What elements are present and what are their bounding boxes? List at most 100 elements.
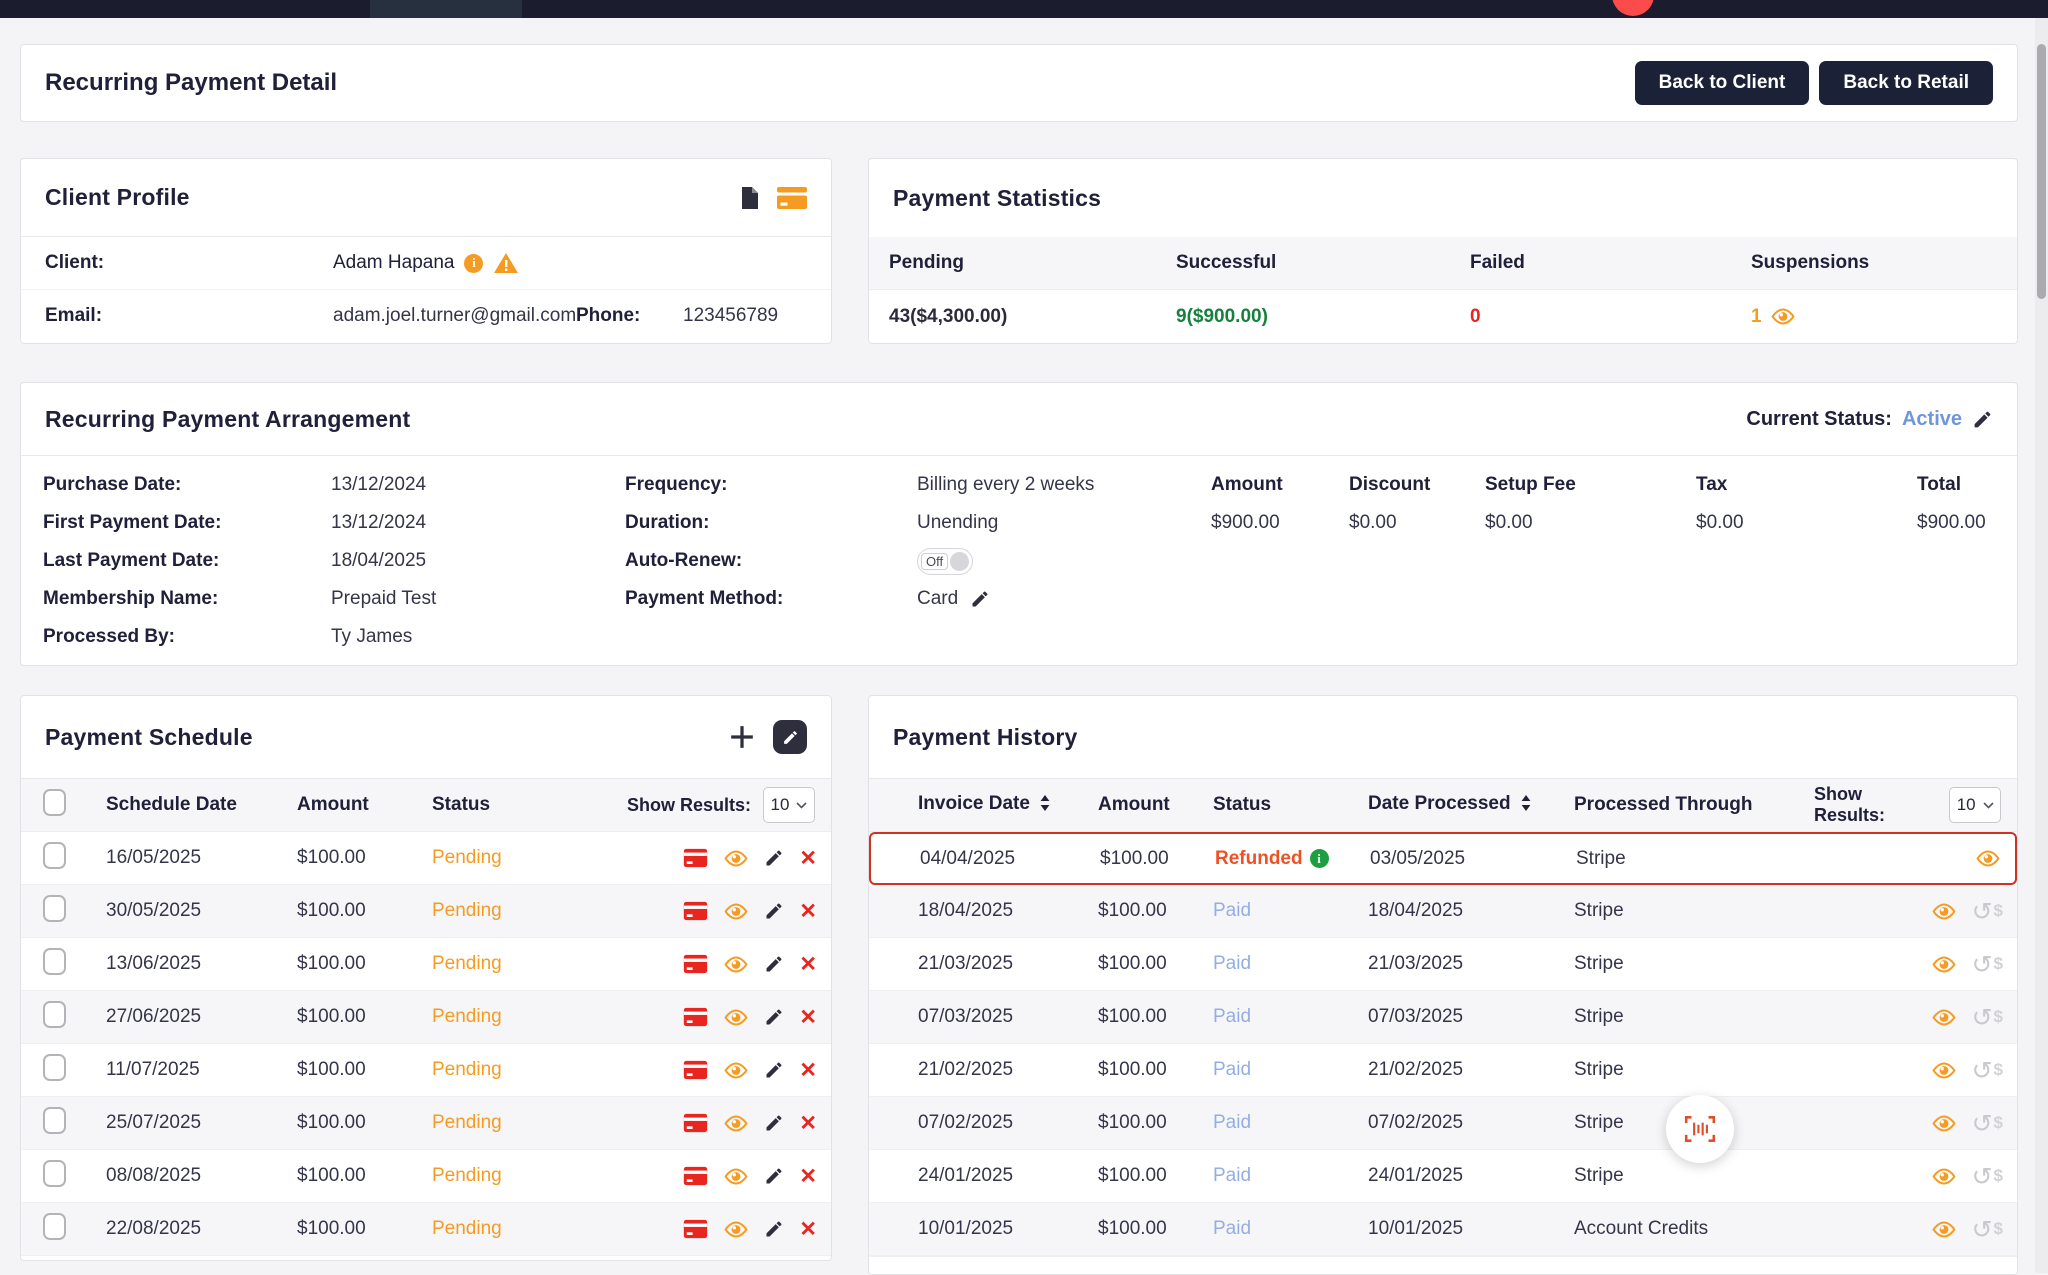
refund-payment-icon[interactable]: ↺$ [1972,899,2003,924]
charge-card-icon[interactable] [683,1007,708,1027]
pencil-icon[interactable] [764,1166,784,1186]
stat-pending-label: Pending [889,252,1176,274]
schedule-table-row: 27/06/2025 $100.00 Pending ✕ [21,991,831,1044]
row-checkbox[interactable] [43,1107,66,1134]
delete-x-icon[interactable]: ✕ [799,1219,817,1240]
view-payment-eye-icon[interactable] [1931,903,1957,920]
history-table-row: 21/03/2025 $100.00 Paid i 21/03/2025 Str… [869,938,2017,991]
view-payment-eye-icon[interactable] [1931,1115,1957,1132]
sort-icon[interactable] [1520,795,1532,817]
add-schedule-plus-icon[interactable] [729,724,755,750]
sort-icon[interactable] [1039,795,1051,817]
row-checkbox[interactable] [43,842,66,869]
refund-info-icon[interactable]: i [1310,849,1329,868]
charge-card-icon[interactable] [683,901,708,921]
charge-card-icon[interactable] [683,1060,708,1080]
refund-payment-icon[interactable]: ↺$ [1972,1111,2003,1136]
view-payment-eye-icon[interactable] [1931,1168,1957,1185]
current-status-value[interactable]: Active [1902,408,1962,431]
row-checkbox[interactable] [43,1213,66,1240]
eye-icon[interactable] [723,1115,749,1132]
edit-schedule-button[interactable] [773,720,807,754]
schedule-show-results-select[interactable]: 10 [763,787,815,823]
delete-x-icon[interactable]: ✕ [799,1113,817,1134]
view-payment-eye-icon[interactable] [1931,1062,1957,1079]
delete-x-icon[interactable]: ✕ [799,1007,817,1028]
refund-payment-icon[interactable]: ↺$ [1972,952,2003,977]
eye-icon[interactable] [723,850,749,867]
refund-payment-icon[interactable]: ↺$ [1972,1164,2003,1189]
duration-label: Duration: [625,512,917,534]
barcode-scan-fab[interactable] [1666,1095,1734,1163]
row-checkbox[interactable] [43,1001,66,1028]
purchase-date-label: Purchase Date: [43,474,331,496]
select-all-checkbox[interactable] [43,789,66,816]
pencil-icon[interactable] [764,848,784,868]
scrollbar-thumb[interactable] [2037,44,2046,299]
refund-payment-icon[interactable]: ↺$ [1972,1005,2003,1030]
history-status-text: Paid [1213,1165,1251,1187]
navbar-active-tab[interactable] [370,0,522,18]
pencil-icon[interactable] [764,1219,784,1239]
charge-card-icon[interactable] [683,1166,708,1186]
pencil-icon[interactable] [764,1007,784,1027]
history-status-text: Paid [1213,1006,1251,1028]
client-info-icon[interactable]: i [464,254,483,273]
pencil-icon[interactable] [764,1113,784,1133]
date-processed-cell: 18/04/2025 [1368,900,1574,922]
auto-renew-label: Auto-Renew: [625,550,917,572]
eye-icon[interactable] [723,903,749,920]
delete-x-icon[interactable]: ✕ [799,954,817,975]
payment-method-value: Card [917,588,958,610]
view-payment-eye-icon[interactable] [1975,850,2001,867]
charge-card-icon[interactable] [683,954,708,974]
schedule-table-row: 11/07/2025 $100.00 Pending ✕ [21,1044,831,1097]
eye-icon[interactable] [723,1168,749,1185]
row-checkbox[interactable] [43,1054,66,1081]
charge-card-icon[interactable] [683,1219,708,1239]
view-payment-eye-icon[interactable] [1931,1009,1957,1026]
back-to-client-button[interactable]: Back to Client [1635,61,1810,105]
warning-icon[interactable] [493,252,519,274]
eye-icon[interactable] [723,1221,749,1238]
view-payment-eye-icon[interactable] [1931,956,1957,973]
charge-card-icon[interactable] [683,848,708,868]
eye-icon[interactable] [723,1062,749,1079]
refund-payment-icon[interactable]: ↺$ [1972,1058,2003,1083]
eye-icon[interactable] [723,1009,749,1026]
suspensions-eye-icon[interactable] [1770,308,1796,325]
page-scrollbar[interactable] [2035,18,2048,1273]
processed-by-value: Ty James [331,626,436,648]
edit-status-pencil-icon[interactable] [1972,409,1993,430]
history-status-cell: Paid i [1213,1059,1368,1081]
notification-dot[interactable] [1612,0,1654,16]
refund-payment-icon[interactable]: ↺$ [1972,1217,2003,1242]
auto-renew-toggle[interactable]: Off [917,548,973,575]
delete-x-icon[interactable]: ✕ [799,1166,817,1187]
document-icon[interactable] [740,186,759,210]
view-payment-eye-icon[interactable] [1931,1221,1957,1238]
delete-x-icon[interactable]: ✕ [799,901,817,922]
total-header: Total [1917,474,1986,496]
delete-x-icon[interactable]: ✕ [799,848,817,869]
back-to-retail-button[interactable]: Back to Retail [1819,61,1993,105]
edit-payment-method-pencil-icon[interactable] [970,589,990,609]
date-processed-header[interactable]: Date Processed [1368,793,1574,817]
row-checkbox[interactable] [43,948,66,975]
pencil-icon[interactable] [764,1060,784,1080]
invoice-date-header[interactable]: Invoice Date [918,793,1098,817]
pencil-icon[interactable] [764,901,784,921]
row-checkbox[interactable] [43,1160,66,1187]
duration-value: Unending [917,512,1094,534]
discount-value: $0.00 [1349,512,1485,534]
row-checkbox[interactable] [43,895,66,922]
client-name[interactable]: Adam Hapana [333,252,454,274]
credit-card-icon[interactable] [777,187,807,209]
delete-x-icon[interactable]: ✕ [799,1060,817,1081]
pencil-icon[interactable] [764,954,784,974]
eye-icon[interactable] [723,956,749,973]
history-show-results-select[interactable]: 10 [1949,787,2001,823]
schedule-date-header: Schedule Date [81,794,271,816]
schedule-date-cell: 13/06/2025 [81,953,271,975]
charge-card-icon[interactable] [683,1113,708,1133]
